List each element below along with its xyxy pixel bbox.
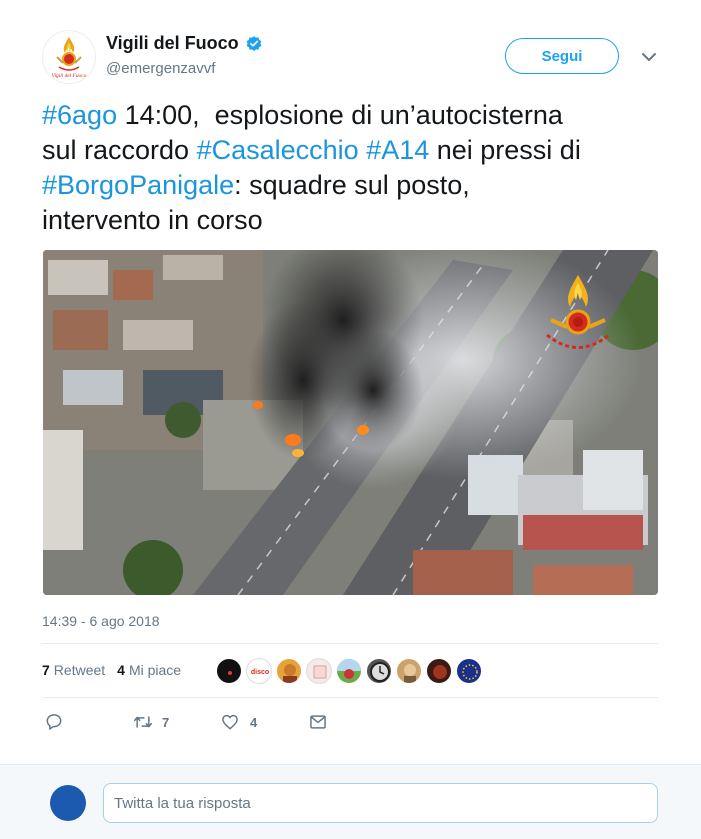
likes-stat[interactable]: 4 Mi piace xyxy=(117,662,181,678)
retweet-icon[interactable] xyxy=(132,712,154,732)
hashtag-link[interactable]: #Casalecchio xyxy=(197,135,359,165)
retweets-label: Retweet xyxy=(53,662,106,678)
tweet-text-fragment: sul raccordo xyxy=(42,135,197,165)
liker-avatar[interactable] xyxy=(396,658,422,684)
divider xyxy=(42,643,658,644)
likers-avatars: disco xyxy=(216,658,486,684)
retweet-count: 7 xyxy=(162,714,170,730)
tweet-text-fragment: intervento in corso xyxy=(42,205,263,235)
like-count: 4 xyxy=(250,714,258,730)
tweet-photo[interactable] xyxy=(43,250,658,595)
liker-avatar[interactable] xyxy=(336,658,362,684)
tweet-actions: 7 4 xyxy=(44,712,328,732)
fire-brigade-logo-icon: Vigili del Fuoco xyxy=(52,37,87,79)
hashtag-link[interactable]: #BorgoPanigale xyxy=(42,170,234,200)
liker-avatar[interactable] xyxy=(276,658,302,684)
reply-icon[interactable] xyxy=(44,712,64,732)
tweet-text-fragment: 14:00, esplosione di un’autocisterna xyxy=(117,100,563,130)
reply-input[interactable] xyxy=(103,783,658,823)
tweet-line-2: sul raccordo #Casalecchio #A14 nei press… xyxy=(42,133,662,168)
envelope-icon[interactable] xyxy=(308,712,328,732)
retweets-count: 7 xyxy=(42,662,50,678)
follow-button[interactable]: Segui xyxy=(505,38,619,74)
liker-badge-text: disco xyxy=(251,669,269,676)
tweet-line-3: #BorgoPanigale: squadre sul posto, xyxy=(42,168,662,203)
liker-avatar[interactable] xyxy=(366,658,392,684)
liker-avatar[interactable] xyxy=(456,658,482,684)
tweet-text: #6ago 14:00, esplosione di un’autocister… xyxy=(42,98,662,238)
reply-bar xyxy=(0,764,701,839)
avatar-caption: Vigili del Fuoco xyxy=(52,73,87,79)
verified-badge-icon xyxy=(245,35,263,53)
tweet-text-fragment: : squadre sul posto, xyxy=(234,170,470,200)
tweet-text-fragment: nei pressi di xyxy=(429,135,581,165)
liker-avatar[interactable] xyxy=(216,658,242,684)
hashtag-link[interactable]: #A14 xyxy=(366,135,429,165)
user-handle[interactable]: @emergenzavvf xyxy=(106,60,215,77)
likes-label: Mi piace xyxy=(128,662,182,678)
like-action[interactable]: 4 xyxy=(220,712,308,732)
user-name-label[interactable]: Vigili del Fuoco xyxy=(106,33,239,54)
liker-avatar[interactable] xyxy=(426,658,452,684)
heart-icon[interactable] xyxy=(220,712,240,732)
likes-count: 4 xyxy=(117,662,125,678)
divider xyxy=(42,697,658,698)
hashtag-link[interactable]: #6ago xyxy=(42,100,117,130)
reply-action[interactable] xyxy=(44,712,132,732)
liker-avatar[interactable] xyxy=(306,658,332,684)
engagement-stats: 7 Retweet 4 Mi piace xyxy=(42,662,193,678)
aerial-photo-highway-explosion xyxy=(43,250,658,595)
tweet-timestamp[interactable]: 14:39 - 6 ago 2018 xyxy=(42,613,160,629)
retweet-action[interactable]: 7 xyxy=(132,712,220,732)
dm-action[interactable] xyxy=(308,712,328,732)
tweet-card: Vigili del Fuoco Vigili del Fuoco @emerg… xyxy=(0,0,701,839)
tweet-line-4: intervento in corso xyxy=(42,203,662,238)
current-user-avatar[interactable] xyxy=(50,785,86,821)
chevron-down-icon[interactable] xyxy=(640,48,658,66)
liker-avatar[interactable]: disco xyxy=(246,658,272,684)
tweet-line-1: #6ago 14:00, esplosione di un’autocister… xyxy=(42,98,662,133)
retweets-stat[interactable]: 7 Retweet xyxy=(42,662,105,678)
user-name[interactable]: Vigili del Fuoco xyxy=(106,33,263,54)
user-avatar[interactable]: Vigili del Fuoco xyxy=(42,30,96,84)
